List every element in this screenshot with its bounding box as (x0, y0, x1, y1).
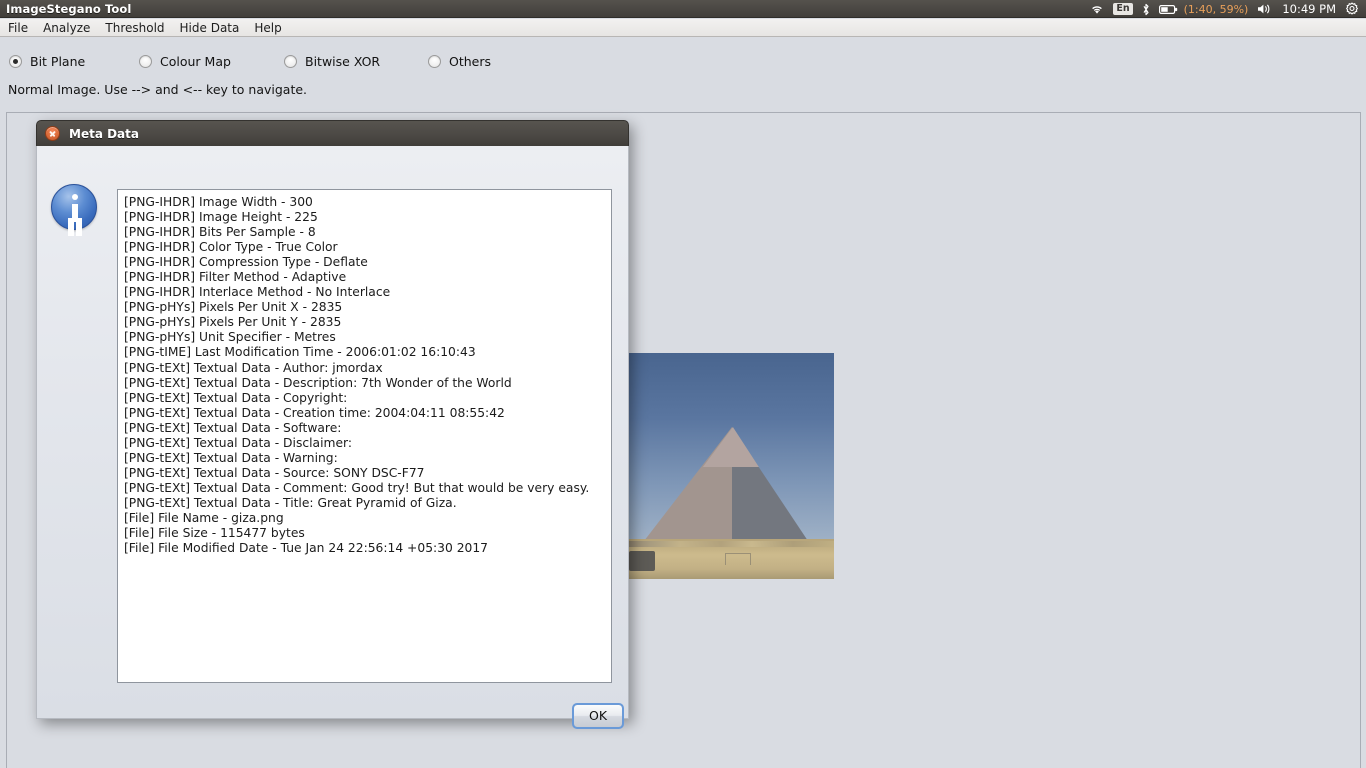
tray-clock[interactable]: 10:49 PM (1282, 2, 1336, 16)
metadata-line: [PNG-IHDR] Image Width - 300 (124, 195, 313, 209)
pyramid-photo (629, 353, 834, 579)
radio-bitwise-xor[interactable]: Bitwise XOR (284, 54, 380, 69)
fence (725, 553, 752, 565)
battery-status-label: (1:40, 59%) (1183, 2, 1249, 16)
pyramid-cap (702, 426, 759, 467)
menu-analyze[interactable]: Analyze (42, 21, 91, 35)
menu-file[interactable]: File (7, 21, 29, 35)
dialog-titlebar: Meta Data (36, 120, 629, 146)
radio-others-label: Others (449, 53, 492, 69)
radio-colour-map[interactable]: Colour Map (139, 54, 231, 69)
metadata-line: [PNG-tEXt] Textual Data - Comment: Good … (124, 480, 590, 495)
radio-indicator-icon (139, 54, 152, 68)
keyboard-layout-indicator[interactable]: En (1113, 3, 1133, 15)
metadata-line: [PNG-IHDR] Bits Per Sample - 8 (124, 225, 316, 240)
metadata-line: [PNG-tEXt] Textual Data - Author: jmorda… (124, 360, 383, 375)
rock-formation (629, 551, 655, 571)
metadata-line: [PNG-IHDR] Filter Method - Adaptive (124, 270, 347, 285)
image-preview[interactable] (629, 353, 834, 579)
menu-hide-data[interactable]: Hide Data (179, 21, 241, 35)
bluetooth-icon[interactable] (1142, 3, 1150, 16)
metadata-line: [PNG-tEXt] Textual Data - Title: Great P… (124, 495, 457, 510)
radio-others[interactable]: Others (428, 54, 491, 69)
wifi-icon[interactable] (1090, 4, 1104, 15)
menu-threshold[interactable]: Threshold (104, 21, 165, 35)
metadata-line: [File] File Size - 115477 bytes (124, 526, 305, 541)
radio-indicator-icon (284, 54, 297, 68)
metadata-line: [PNG-tEXt] Textual Data - Creation time:… (124, 405, 505, 420)
metadata-line: [PNG-tEXt] Textual Data - Copyright: (124, 390, 348, 405)
radio-colour-map-label: Colour Map (160, 53, 231, 69)
metadata-line: [PNG-tEXt] Textual Data - Warning: (124, 450, 338, 465)
system-tray: En (1:40, 59%) 10:49 PM (1090, 0, 1366, 18)
metadata-line: [File] File Name - giza.png (124, 510, 284, 525)
radio-bitwise-xor-label: Bitwise XOR (305, 53, 381, 69)
window-title: ImageStegano Tool (6, 1, 132, 16)
dialog-title: Meta Data (69, 126, 139, 141)
status-text: Normal Image. Use --> and <-- key to nav… (8, 82, 308, 97)
dialog-body: [PNG-IHDR] Image Width - 300 [PNG-IHDR] I… (36, 146, 629, 729)
window-titlebar: ImageStegano Tool En (1:40, 59%) 10:49 P… (0, 0, 1366, 18)
metadata-line: [PNG-IHDR] Image Height - 225 (124, 210, 318, 225)
radio-bit-plane-label: Bit Plane (30, 53, 86, 69)
metadata-line: [PNG-tEXt] Textual Data - Description: 7… (124, 375, 512, 390)
metadata-line: [PNG-tIME] Last Modification Time - 2006… (124, 345, 476, 360)
metadata-text-area[interactable]: [PNG-IHDR] Image Width - 300 [PNG-IHDR] I… (117, 189, 612, 683)
meta-data-dialog: Meta Data [PNG-IHDR] Image Width - 300 [P… (36, 120, 629, 729)
metadata-line: [PNG-IHDR] Color Type - True Color (124, 240, 338, 255)
radio-indicator-icon (9, 54, 22, 68)
desert-ground (629, 539, 834, 579)
metadata-line: [PNG-IHDR] Interlace Method - No Interla… (124, 285, 391, 300)
metadata-line: [PNG-tEXt] Textual Data - Source: SONY D… (124, 465, 425, 480)
metadata-line: [PNG-IHDR] Compression Type - Deflate (124, 255, 368, 270)
close-icon[interactable] (45, 126, 60, 141)
metadata-line: [PNG-pHYs] Pixels Per Unit X - 2835 (124, 300, 343, 315)
info-icon (51, 184, 97, 230)
keyboard-layout-label: En (1113, 3, 1133, 15)
metadata-line: [PNG-tEXt] Textual Data - Disclaimer: (124, 435, 353, 450)
menubar: File Analyze Threshold Hide Data Help (0, 19, 1366, 37)
metadata-line: [PNG-pHYs] Unit Specifier - Metres (124, 330, 336, 345)
volume-icon[interactable] (1257, 3, 1273, 15)
mode-radio-group: Bit Plane Colour Map Bitwise XOR Others (0, 48, 1366, 74)
gear-icon[interactable] (1345, 2, 1359, 16)
metadata-line: [PNG-tEXt] Textual Data - Software: (124, 420, 342, 435)
battery-icon[interactable] (1158, 4, 1178, 15)
metadata-line: [File] File Modified Date - Tue Jan 24 2… (124, 541, 489, 556)
radio-bit-plane[interactable]: Bit Plane (9, 54, 85, 69)
metadata-line: [PNG-pHYs] Pixels Per Unit Y - 2835 (124, 315, 342, 330)
radio-indicator-icon (428, 54, 441, 68)
screen: ImageStegano Tool En (1:40, 59%) 10:49 P… (0, 0, 1366, 768)
ok-button[interactable]: OK (571, 703, 625, 729)
menu-help[interactable]: Help (253, 21, 282, 35)
